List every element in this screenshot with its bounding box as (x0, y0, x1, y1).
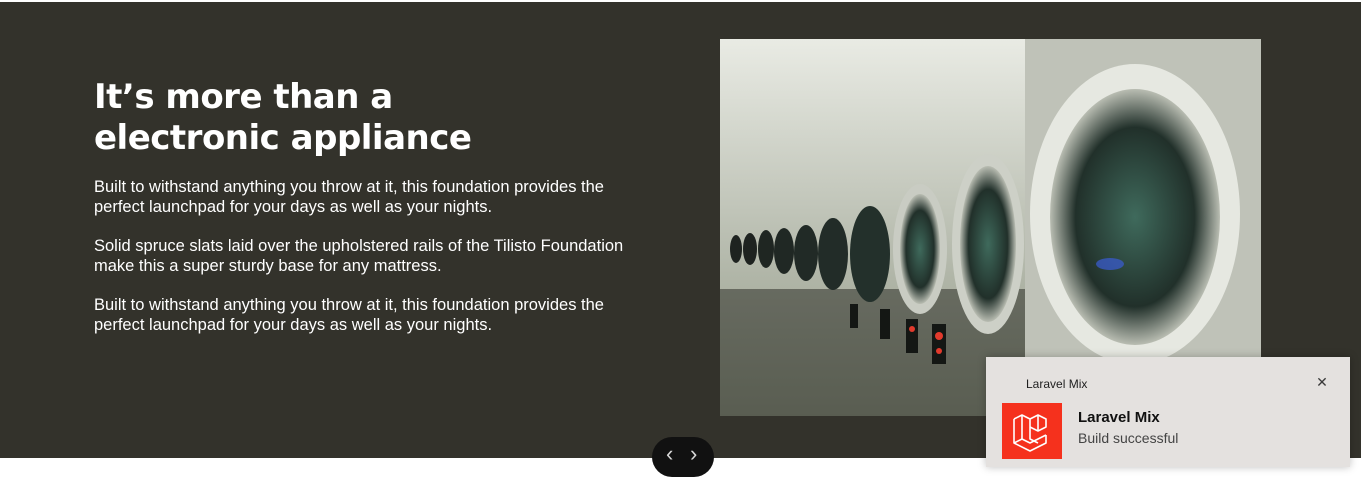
toast-title: Laravel Mix (1078, 409, 1160, 426)
chevron-left-icon[interactable]: ‹ (666, 443, 673, 465)
hero-content: It’s more than a electronic appliance Bu… (94, 77, 654, 354)
hero-paragraphs: Built to withstand anything you throw at… (94, 177, 654, 335)
headline-line-2: electronic appliance (94, 118, 472, 158)
headline-line-1: It’s more than a (94, 77, 393, 117)
hero-paragraph-1: Built to withstand anything you throw at… (94, 178, 604, 216)
notification-toast[interactable]: Laravel Mix ✕ Laravel Mix Build successf… (986, 357, 1350, 467)
close-icon[interactable]: ✕ (1314, 374, 1330, 390)
hero-paragraph-2: Solid spruce slats laid over the upholst… (94, 237, 624, 275)
hero-paragraph-3: Built to withstand anything you throw at… (94, 296, 604, 334)
chevron-right-icon[interactable]: › (690, 443, 697, 465)
carousel-nav-button[interactable]: ‹ › (652, 437, 714, 477)
laravel-logo-icon (1002, 403, 1062, 459)
toast-message: Build successful (1078, 430, 1179, 446)
laravel-logo-svg (1013, 414, 1047, 452)
toast-app-name: Laravel Mix (1026, 377, 1088, 391)
hero-headline: It’s more than a electronic appliance (94, 77, 654, 159)
